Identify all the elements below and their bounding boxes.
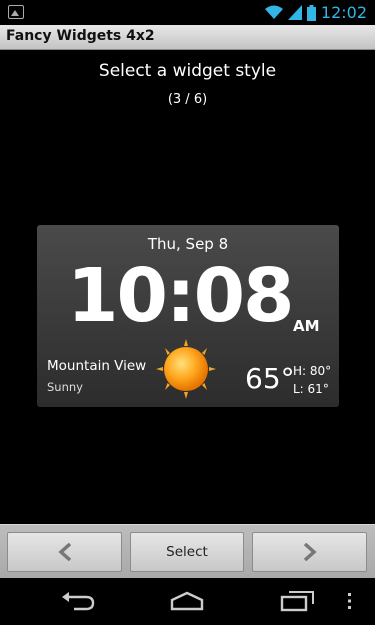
next-button[interactable] xyxy=(252,532,367,572)
widget-high: H: 80° xyxy=(293,364,332,378)
page-counter: (3 / 6) xyxy=(167,92,208,107)
widget-time: 10:08 xyxy=(67,253,295,339)
wifi-icon xyxy=(264,5,283,19)
chevron-left-icon xyxy=(57,543,71,561)
button-bar: Select xyxy=(0,524,375,578)
menu-button[interactable] xyxy=(330,584,370,618)
select-button[interactable]: Select xyxy=(130,532,244,572)
signal-icon xyxy=(287,5,302,20)
select-button-label: Select xyxy=(166,544,208,560)
recent-apps-icon xyxy=(280,591,314,612)
recent-apps-button[interactable] xyxy=(272,584,322,618)
sun-icon xyxy=(156,339,216,399)
widget-temperature: 65° xyxy=(245,362,295,395)
widget-ampm: AM xyxy=(293,317,320,335)
widget-location: Mountain View xyxy=(47,358,147,374)
navigation-bar xyxy=(0,578,375,625)
image-notification-icon xyxy=(8,5,24,19)
back-icon xyxy=(62,592,95,611)
widget-preview: Thu, Sep 8 10:08 AM Mountain View Sunny … xyxy=(37,225,339,407)
app-title: Fancy Widgets 4x2 xyxy=(6,28,155,44)
page-heading: Select a widget style xyxy=(98,61,277,81)
chevron-right-icon xyxy=(303,543,317,561)
status-time: 12:02 xyxy=(320,3,367,22)
back-button[interactable] xyxy=(53,584,103,618)
home-button[interactable] xyxy=(162,584,212,618)
status-bar: 12:02 xyxy=(0,0,375,25)
widget-low: L: 61° xyxy=(293,382,329,396)
home-icon xyxy=(170,591,204,611)
widget-condition: Sunny xyxy=(47,380,83,394)
widget-high-low: H: 80° L: 61° xyxy=(293,362,331,398)
battery-icon xyxy=(306,4,316,21)
menu-icon xyxy=(348,593,351,609)
widget-date: Thu, Sep 8 xyxy=(147,235,229,253)
app-title-bar: Fancy Widgets 4x2 xyxy=(0,25,375,50)
previous-button[interactable] xyxy=(7,532,122,572)
